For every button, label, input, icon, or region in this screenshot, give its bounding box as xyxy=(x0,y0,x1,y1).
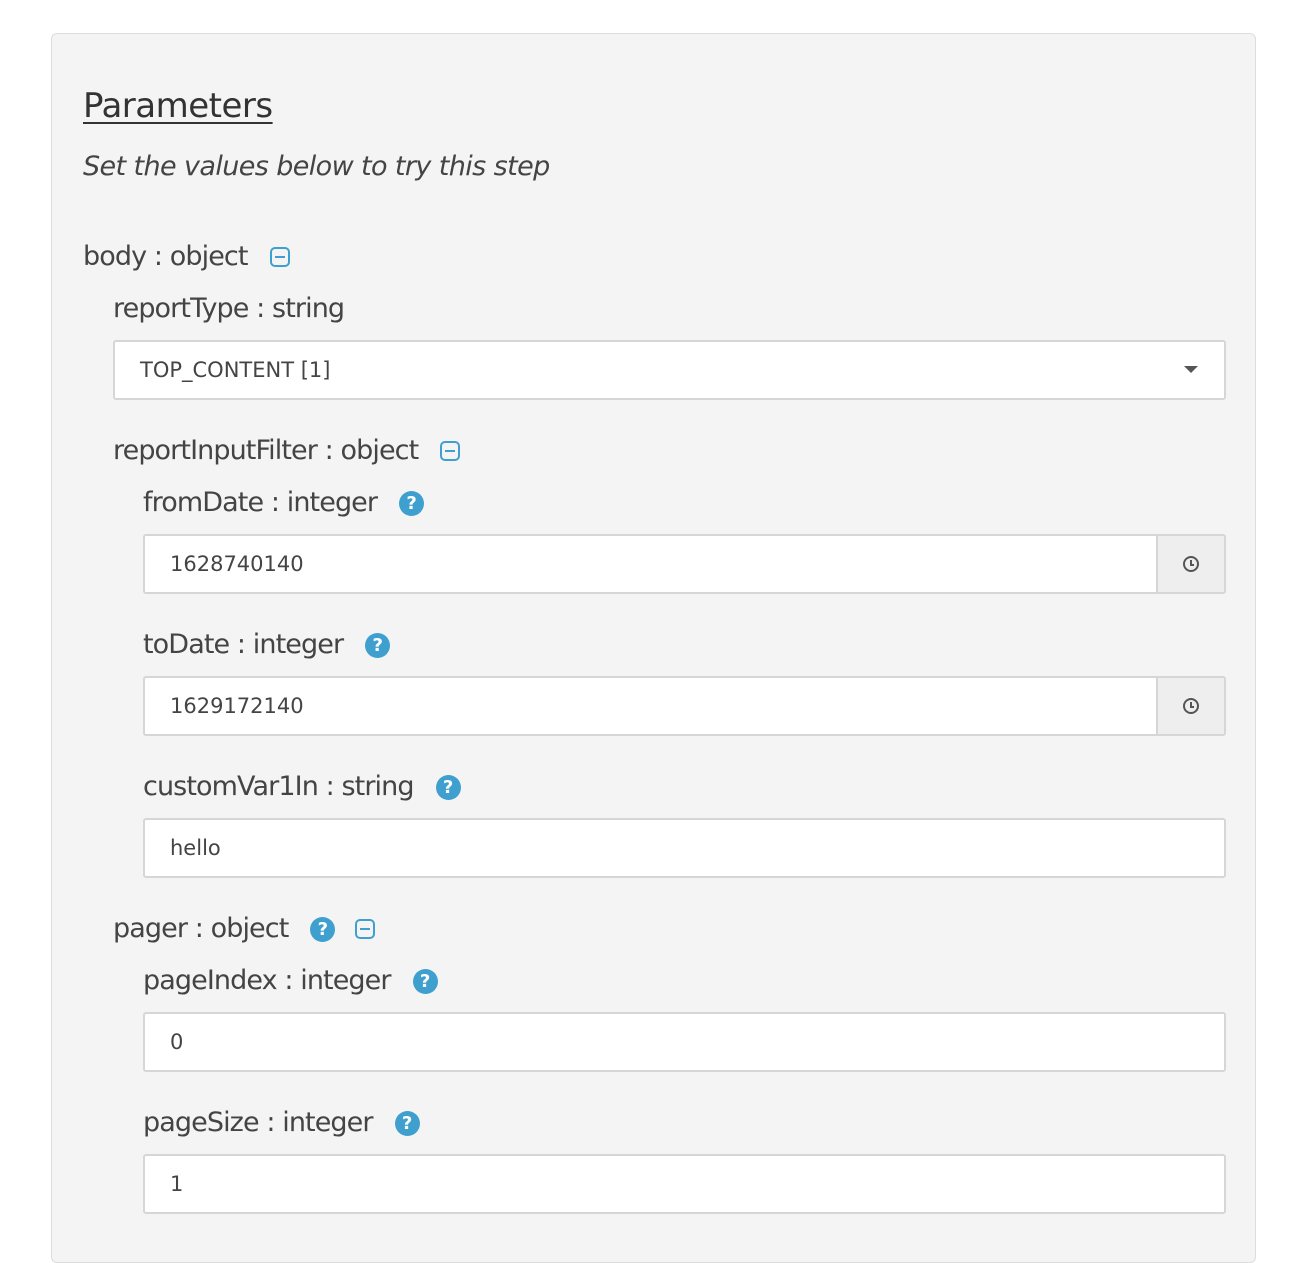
page-index-label: pageIndex : integer xyxy=(143,965,391,996)
clock-icon xyxy=(1183,698,1199,714)
report-type-selected-value: TOP_CONTENT [1] xyxy=(140,358,331,382)
page-size-label: pageSize : integer xyxy=(143,1107,373,1138)
help-icon[interactable]: ? xyxy=(394,1110,420,1136)
custom-var1-in-value: hello xyxy=(170,836,221,860)
custom-var1-in-input[interactable]: hello xyxy=(143,818,1226,878)
collapse-icon[interactable] xyxy=(355,919,376,939)
pager-label: pager : object xyxy=(113,913,289,944)
report-input-filter-label-row: reportInputFilter : object xyxy=(113,434,461,468)
page-index-input[interactable]: 0 xyxy=(143,1012,1226,1072)
page-size-label-row: pageSize : integer ? xyxy=(143,1106,420,1140)
chevron-down-icon xyxy=(1184,366,1198,373)
from-date-value: 1628740140 xyxy=(170,552,304,576)
to-date-picker-button[interactable] xyxy=(1156,678,1224,734)
report-type-select[interactable]: TOP_CONTENT [1] xyxy=(113,340,1226,400)
body-label-row: body : object xyxy=(83,240,290,274)
page-index-value: 0 xyxy=(170,1030,184,1054)
from-date-picker-button[interactable] xyxy=(1156,536,1224,592)
to-date-value: 1629172140 xyxy=(170,694,304,718)
from-date-label-row: fromDate : integer ? xyxy=(143,486,425,520)
parameters-subtitle: Set the values below to try this step xyxy=(83,151,550,182)
page-index-label-row: pageIndex : integer ? xyxy=(143,964,438,998)
parameters-panel: Parameters Set the values below to try t… xyxy=(51,33,1256,1263)
to-date-label-row: toDate : integer ? xyxy=(143,628,391,662)
report-type-label-row: reportType : string xyxy=(113,292,345,326)
help-icon[interactable]: ? xyxy=(435,774,461,800)
page-size-value: 1 xyxy=(170,1172,184,1196)
custom-var1-in-label: customVar1In : string xyxy=(143,771,414,802)
report-type-label: reportType : string xyxy=(113,293,345,324)
from-date-label: fromDate : integer xyxy=(143,487,378,518)
help-icon[interactable]: ? xyxy=(310,916,336,942)
collapse-icon[interactable] xyxy=(269,247,290,267)
pager-label-row: pager : object ? xyxy=(113,912,376,946)
report-input-filter-label: reportInputFilter : object xyxy=(113,435,419,466)
help-icon[interactable]: ? xyxy=(399,490,425,516)
clock-icon xyxy=(1183,556,1199,572)
page-size-input[interactable]: 1 xyxy=(143,1154,1226,1214)
to-date-label: toDate : integer xyxy=(143,629,344,660)
parameters-title: Parameters xyxy=(83,86,273,126)
to-date-input[interactable]: 1629172140 xyxy=(143,676,1226,736)
from-date-input[interactable]: 1628740140 xyxy=(143,534,1226,594)
help-icon[interactable]: ? xyxy=(365,632,391,658)
custom-var1-in-label-row: customVar1In : string ? xyxy=(143,770,461,804)
help-icon[interactable]: ? xyxy=(412,968,438,994)
collapse-icon[interactable] xyxy=(440,441,461,461)
body-label: body : object xyxy=(83,241,248,272)
